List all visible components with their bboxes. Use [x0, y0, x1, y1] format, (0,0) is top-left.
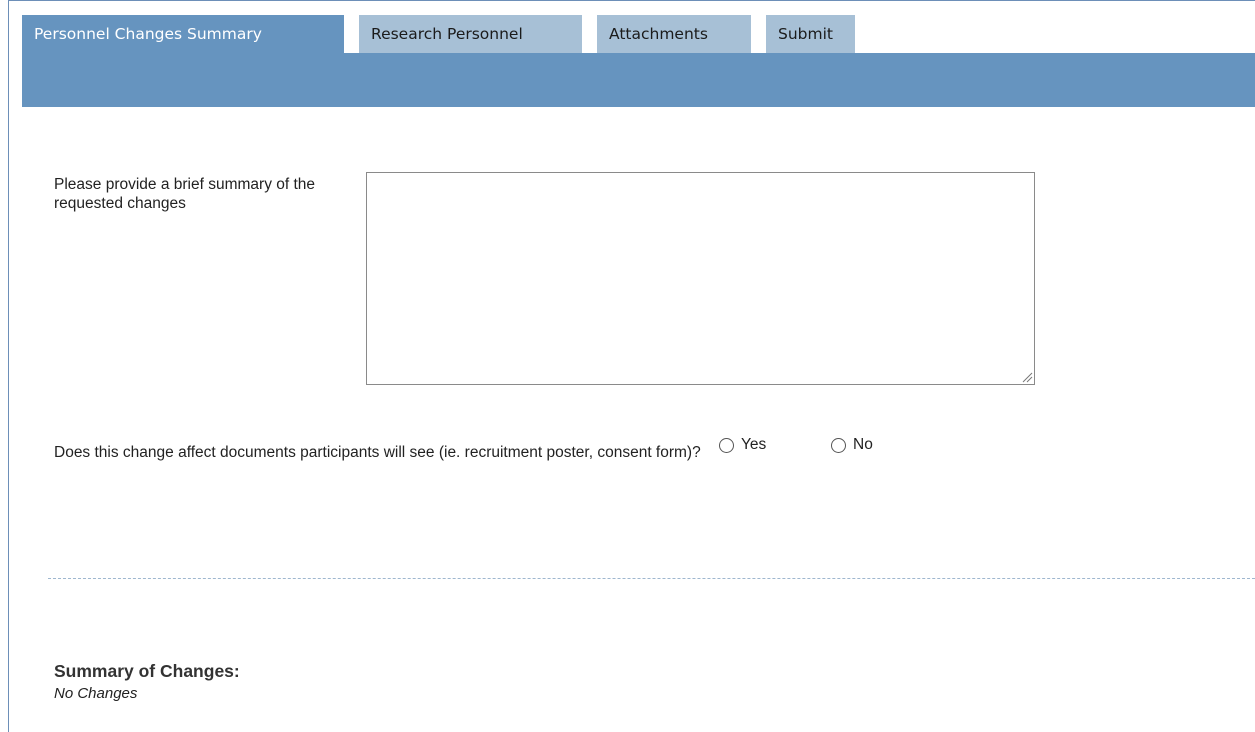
radio-yes[interactable]: Yes	[719, 436, 766, 454]
tab-submit[interactable]: Submit	[766, 15, 855, 53]
documents-question-label: Does this change affect documents partic…	[54, 444, 701, 461]
tab-attachments[interactable]: Attachments	[597, 15, 751, 53]
tab-research-personnel[interactable]: Research Personnel	[359, 15, 582, 53]
radio-circle-icon	[831, 437, 846, 453]
tab-bar: Personnel Changes Summary Research Perso…	[22, 15, 870, 53]
summary-textarea[interactable]	[366, 172, 1035, 385]
radio-no[interactable]: No	[831, 436, 873, 454]
summary-of-changes-content: No Changes	[54, 685, 138, 702]
radio-circle-icon	[719, 437, 734, 453]
summary-of-changes-heading: Summary of Changes:	[54, 661, 240, 681]
tab-header-band	[22, 53, 1255, 107]
radio-no-label: No	[853, 436, 873, 453]
tab-personnel-changes-summary[interactable]: Personnel Changes Summary	[22, 15, 344, 53]
section-divider	[48, 578, 1255, 579]
resize-grip-icon[interactable]	[1019, 369, 1033, 383]
radio-yes-label: Yes	[741, 436, 767, 453]
summary-field-label: Please provide a brief summary of the re…	[54, 176, 316, 212]
